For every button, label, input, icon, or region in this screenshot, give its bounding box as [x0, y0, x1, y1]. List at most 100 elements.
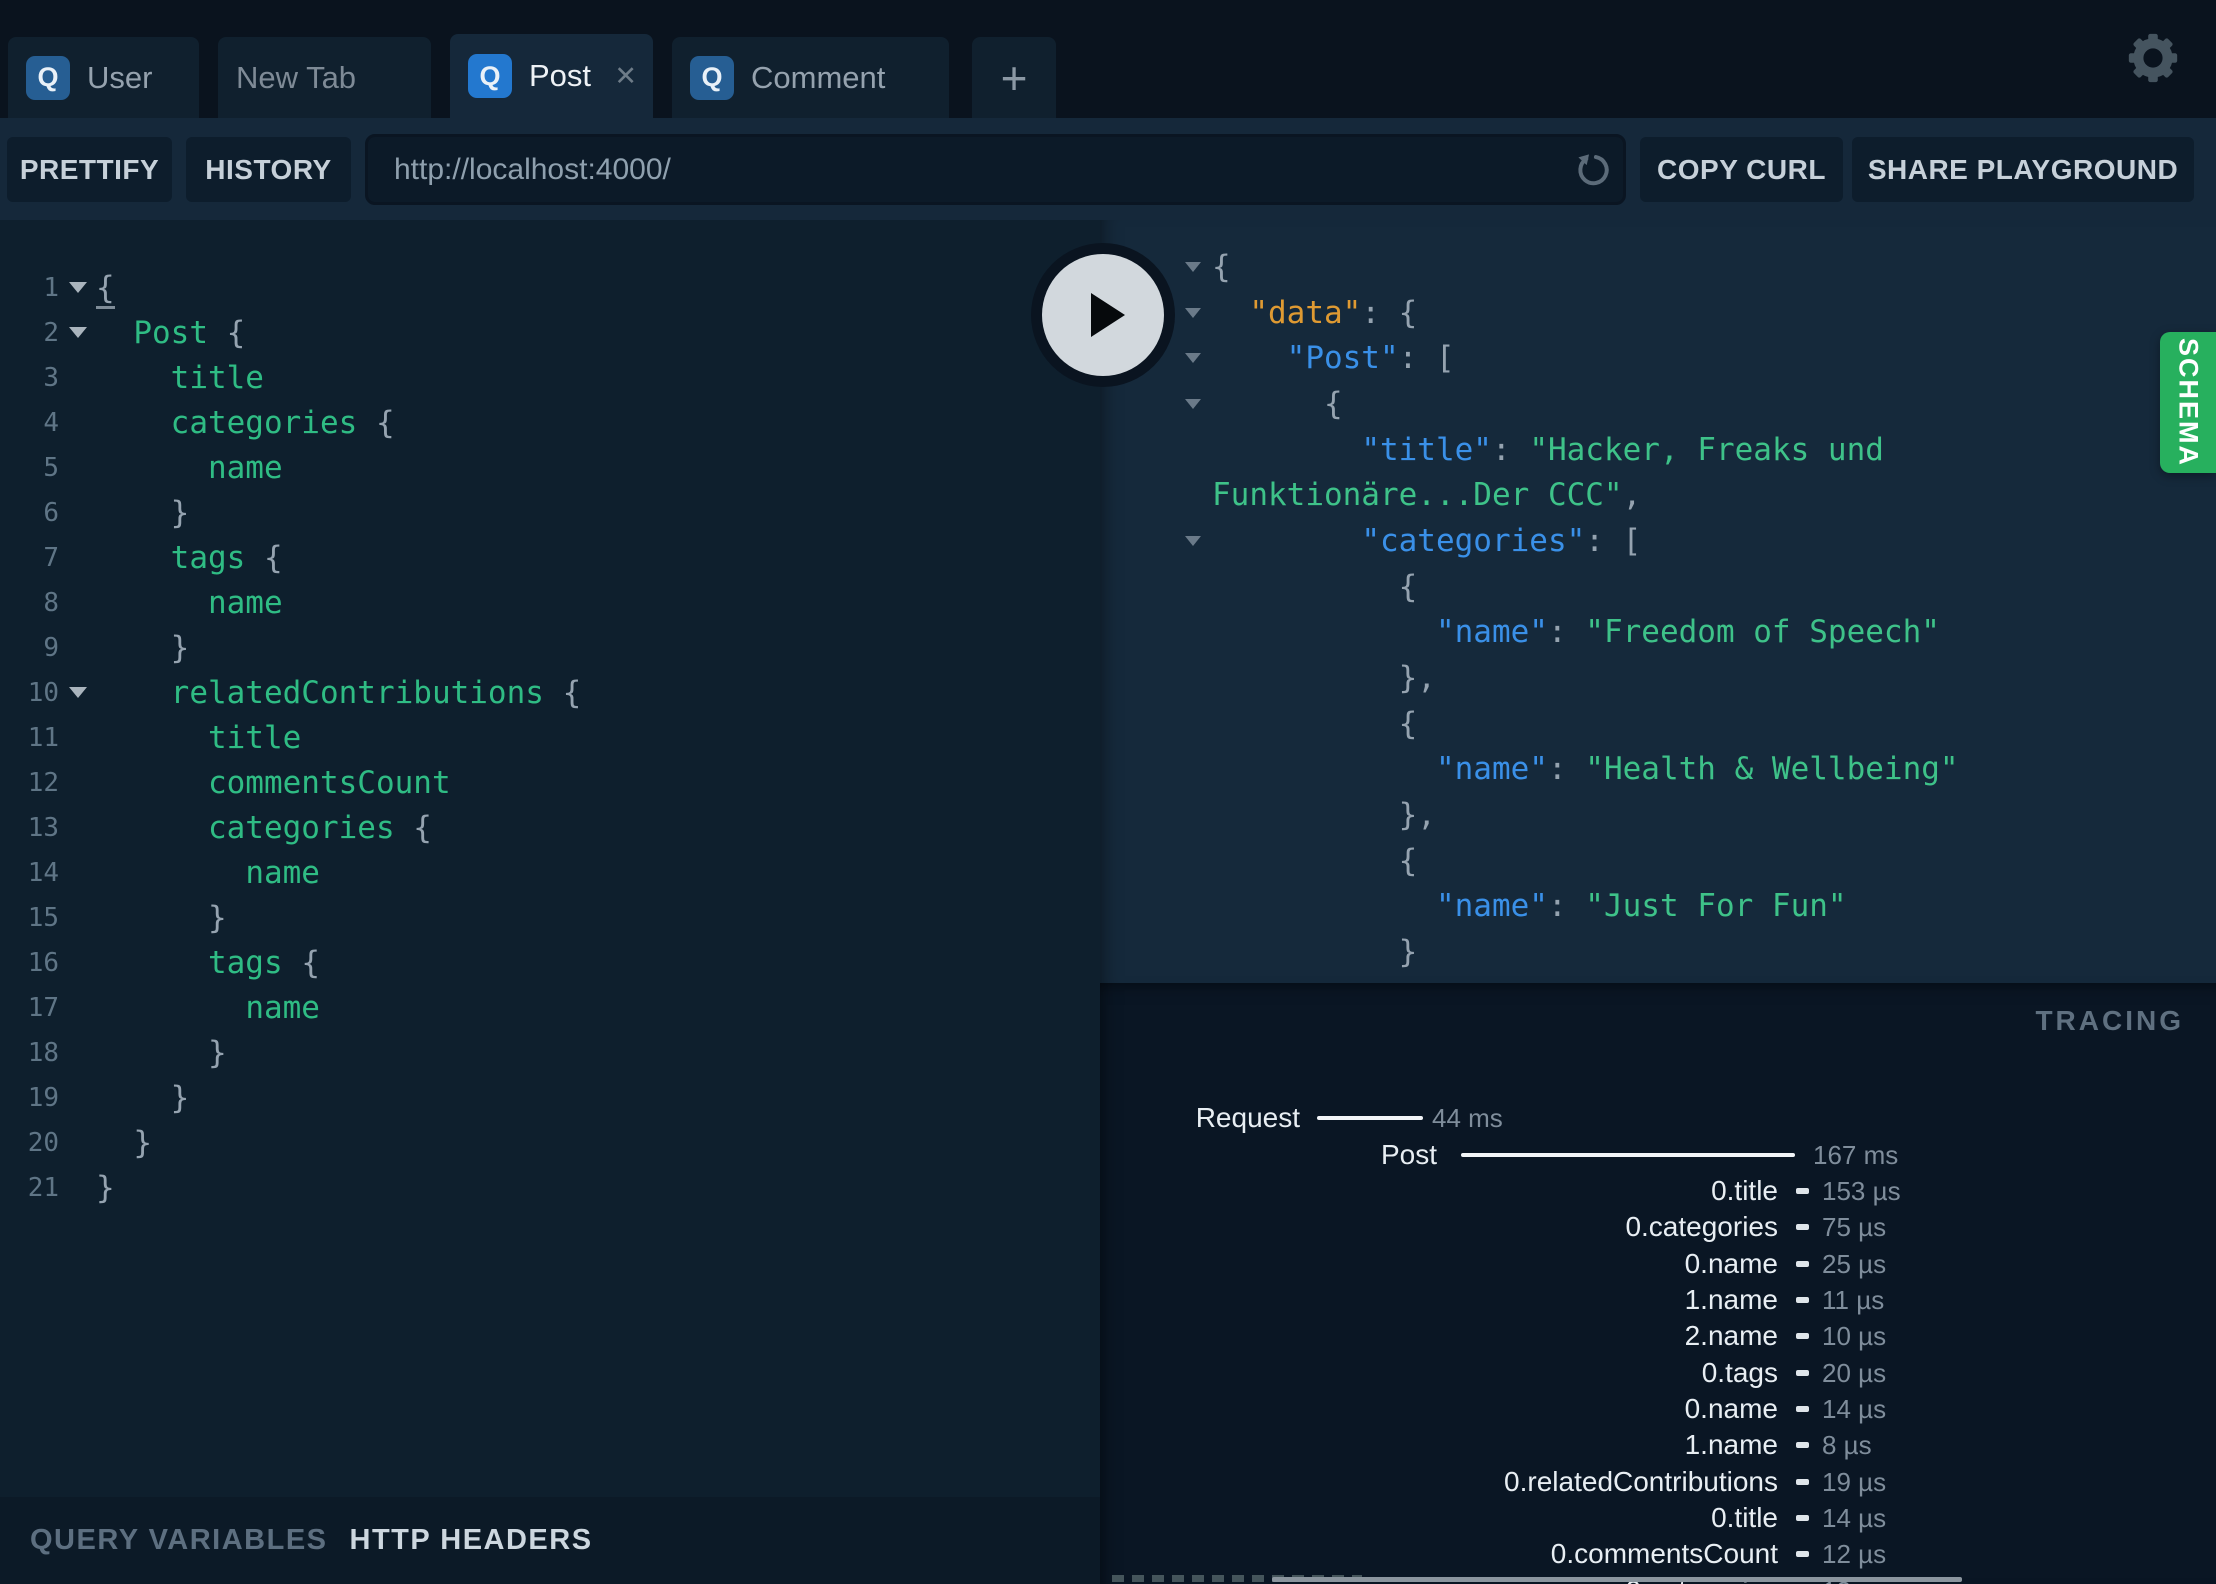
trace-dash-icon — [1796, 1333, 1809, 1340]
chevron-down-icon — [68, 327, 87, 338]
history-button[interactable]: HISTORY — [186, 137, 351, 202]
fold-arrow-icon[interactable] — [59, 327, 96, 338]
code-text: { — [1212, 248, 1231, 285]
code-line: 12 commentsCount — [0, 760, 1100, 805]
code-line: "categories": [ — [1185, 518, 2216, 564]
reload-icon — [1578, 153, 1609, 185]
line-number: 8 — [43, 587, 59, 618]
fold-arrow-icon[interactable] — [1185, 307, 1212, 318]
trace-duration-value: 10 µs — [1822, 1321, 1887, 1352]
code-text: categories { — [170, 404, 395, 441]
trace-label: Request — [1195, 1102, 1300, 1134]
code-text: } — [96, 1169, 115, 1206]
code-text: "data": { — [1249, 294, 1418, 331]
trace-duration-value: 75 µs — [1822, 1212, 1887, 1243]
code-line: Funktionäre...Der CCC", — [1185, 472, 2216, 518]
fold-arrow-icon[interactable] — [1185, 261, 1212, 272]
code-line: 13 categories { — [0, 805, 1100, 850]
code-text: categories { — [207, 809, 432, 846]
trace-duration-value: 20 µs — [1822, 1357, 1887, 1388]
code-text: "name": "Freedom of Speech" — [1435, 614, 1940, 651]
trace-duration-value: 25 µs — [1822, 1248, 1887, 1279]
code-line: 15 } — [0, 895, 1100, 940]
line-number: 1 — [43, 272, 59, 303]
trace-row: 0.name 25 µs — [1100, 1246, 2216, 1282]
response-pane[interactable]: { "data": { "Post": [ { "title": "Hacker… — [1100, 220, 2216, 983]
trace-label: 1.name — [1684, 1429, 1778, 1461]
trace-dash-icon — [1796, 1296, 1809, 1303]
code-text: }, — [1398, 660, 1436, 697]
reload-schema-button[interactable] — [1563, 140, 1623, 200]
trace-duration-value: 44 ms — [1432, 1103, 1503, 1134]
code-text: Post { — [133, 314, 246, 351]
code-line: 11 title — [0, 715, 1100, 760]
response-json-lines: { "data": { "Post": [ { "title": "Hacker… — [1100, 220, 2216, 983]
fold-arrow-icon[interactable] — [59, 282, 96, 293]
code-text: name — [207, 584, 283, 621]
trace-row: Request 44 ms — [1100, 1100, 2216, 1136]
fold-arrow-icon[interactable] — [1185, 398, 1212, 409]
fold-arrow-icon[interactable] — [59, 687, 96, 698]
code-text: "Post": [ — [1286, 340, 1455, 377]
code-line: "data": { — [1185, 290, 2216, 336]
line-number: 17 — [27, 992, 59, 1023]
code-text: "title": "Hacker, Freaks und — [1361, 431, 1884, 468]
code-text: { — [96, 269, 115, 309]
trace-duration-value: 14 µs — [1822, 1502, 1887, 1533]
endpoint-url-input[interactable] — [368, 152, 1563, 187]
fold-arrow-icon[interactable] — [1185, 353, 1212, 364]
line-number: 12 — [27, 767, 59, 798]
code-line: { — [1185, 564, 2216, 610]
tab-label: Post — [529, 58, 592, 93]
new-tab-button[interactable]: + — [972, 37, 1056, 118]
code-line: 21} — [0, 1165, 1100, 1210]
code-line: { — [1185, 244, 2216, 290]
copy-curl-button[interactable]: COPY CURL — [1640, 137, 1843, 202]
tracing-panel: TRACING Request 44 ms Post 167 ms 0.title 153… — [1100, 983, 2216, 1584]
trace-dash-icon — [1796, 1478, 1809, 1485]
line-number: 5 — [43, 452, 59, 483]
trace-label: 2.name — [1684, 1320, 1778, 1352]
gear-icon — [2128, 33, 2178, 83]
code-text: { — [1323, 385, 1343, 422]
tab-comment[interactable]: Q Comment — [672, 37, 949, 118]
query-variables-tab[interactable]: QUERY VARIABLES — [30, 1524, 328, 1557]
tracing-scrollbar[interactable] — [1272, 1577, 1962, 1582]
query-editor-pane[interactable]: 1{2 Post {3 title 4 categories {5 name 6 }… — [0, 220, 1100, 1497]
close-tab-icon[interactable]: ✕ — [600, 61, 637, 92]
line-number: 16 — [27, 947, 59, 978]
chevron-down-icon — [1185, 261, 1201, 272]
trace-dash-icon — [1796, 1224, 1809, 1231]
chevron-down-icon — [68, 282, 87, 293]
fold-arrow-icon[interactable] — [1185, 535, 1212, 546]
settings-button[interactable] — [2126, 30, 2180, 86]
code-line: ] — [1185, 975, 2216, 983]
code-text: } — [1398, 934, 1418, 971]
query-badge-icon: Q — [690, 55, 734, 100]
trace-dash-icon — [1796, 1260, 1809, 1267]
code-text: "name": "Just For Fun" — [1435, 888, 1847, 925]
trace-row: 1.name 8 µs — [1100, 1427, 2216, 1463]
line-number: 6 — [43, 497, 59, 528]
prettify-button[interactable]: PRETTIFY — [7, 137, 172, 202]
trace-dash-icon — [1796, 1551, 1809, 1558]
share-playground-button[interactable]: SHARE PLAYGROUND — [1852, 137, 2194, 202]
line-number: 3 — [43, 362, 59, 393]
execute-query-button[interactable] — [1031, 243, 1175, 387]
tab-new-tab[interactable]: New Tab — [218, 37, 431, 118]
query-badge-icon: Q — [26, 55, 70, 100]
tracing-title: TRACING — [2035, 1005, 2184, 1036]
trace-row: Post 167 ms — [1100, 1137, 2216, 1173]
code-text: "categories": [ — [1361, 522, 1642, 559]
tab-user[interactable]: Q User — [8, 37, 199, 118]
code-text: } — [207, 899, 227, 936]
graphql-playground-window: Q User New Tab Q Post ✕ Q Comment + PRETTIFY HIS… — [0, 0, 2216, 1584]
http-headers-tab[interactable]: HTTP HEADERS — [350, 1524, 593, 1557]
code-text: commentsCount — [207, 764, 451, 801]
code-line: }, — [1185, 655, 2216, 701]
tab-post[interactable]: Q Post ✕ — [450, 34, 653, 118]
schema-tab-label: SCHEMA — [2173, 337, 2204, 467]
schema-tab-button[interactable]: SCHEMA — [2160, 332, 2216, 473]
code-text: } — [133, 1124, 152, 1161]
code-line: 7 tags { — [0, 535, 1100, 580]
